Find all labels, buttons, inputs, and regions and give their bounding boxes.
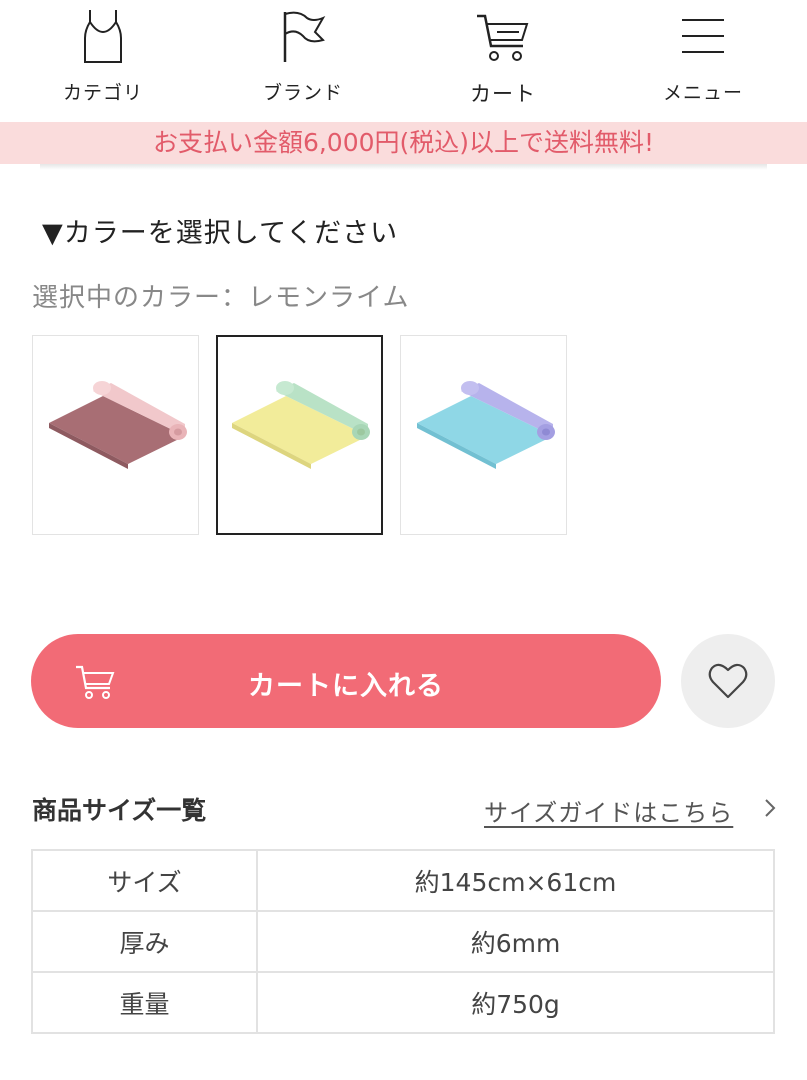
selected-color-text: 選択中のカラー：レモンライム	[32, 283, 410, 313]
yoga-mat-lemon-lime-icon	[232, 381, 370, 469]
nav-item-brand[interactable]: ブランド	[223, 0, 383, 122]
heart-icon	[708, 663, 748, 699]
color-swatch-rose[interactable]	[32, 335, 199, 535]
flag-icon	[279, 8, 327, 68]
nav-label-menu: メニュー	[662, 82, 743, 104]
weight-value: 約750g	[256, 971, 775, 1034]
color-swatch-lemon-lime[interactable]	[216, 335, 383, 535]
add-to-cart-label: カートに入れる	[248, 671, 444, 701]
yoga-mat-rose-icon	[49, 381, 187, 469]
tank-top-icon	[81, 8, 125, 68]
chevron-right-icon[interactable]	[763, 797, 777, 823]
nav-label-cart: カート	[470, 82, 536, 106]
size-guide-link[interactable]: サイズガイドはこちら	[484, 793, 733, 828]
size-key: サイズ	[31, 849, 258, 912]
color-swatch-sky[interactable]	[400, 335, 567, 535]
thickness-key: 厚み	[31, 910, 258, 973]
weight-key: 重量	[31, 971, 258, 1034]
color-select-heading: ▼カラーを選択してください	[42, 218, 399, 249]
size-list-title: 商品サイズ一覧	[32, 796, 207, 825]
cart-icon	[475, 8, 531, 68]
nav-label-brand: ブランド	[262, 82, 343, 104]
nav-label-category: カテゴリ	[62, 82, 143, 104]
thickness-value: 約6mm	[256, 910, 775, 973]
table-row: 重量 約750g	[31, 971, 775, 1034]
table-row: サイズ 約145cm×61cm	[31, 849, 775, 912]
yoga-mat-sky-icon	[417, 381, 555, 469]
table-row: 厚み 約6mm	[31, 910, 775, 973]
size-value: 約145cm×61cm	[256, 849, 775, 912]
free-shipping-banner: お支払い金額6,000円(税込)以上で送料無料!	[0, 122, 807, 164]
banner-shadow	[40, 164, 767, 170]
hamburger-menu-icon	[679, 8, 727, 62]
add-to-cart-button[interactable]: カートに入れる	[31, 634, 661, 728]
favorite-button[interactable]	[681, 634, 775, 728]
nav-item-cart[interactable]: カート	[423, 0, 583, 122]
nav-item-menu[interactable]: メニュー	[623, 0, 783, 122]
size-table: サイズ 約145cm×61cm 厚み 約6mm 重量 約750g	[31, 849, 775, 1034]
nav-item-category[interactable]: カテゴリ	[23, 0, 183, 122]
top-navigation: カテゴリ ブランド カート メニュー	[0, 0, 807, 122]
